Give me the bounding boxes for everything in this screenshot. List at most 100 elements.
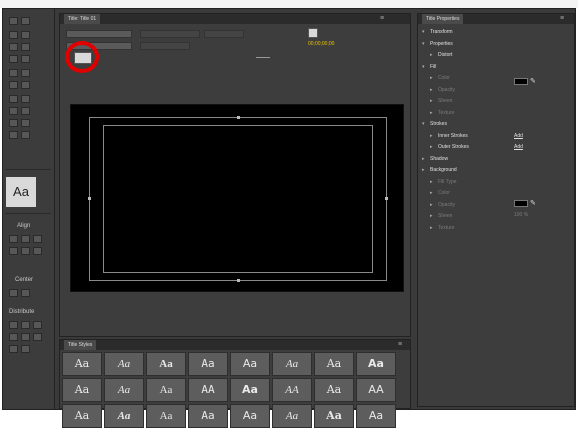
align-center-icon[interactable] xyxy=(21,235,30,243)
disclosure-closed-icon[interactable]: ▸ xyxy=(422,155,430,164)
property-row[interactable]: ▸ Color xyxy=(418,74,576,83)
pen-tool[interactable] xyxy=(9,69,18,77)
title-style-swatch[interactable]: AA xyxy=(188,378,228,402)
title-style-swatch[interactable]: Aa xyxy=(314,378,354,402)
distribute-top-icon[interactable] xyxy=(9,333,18,341)
distribute-v-spacing-icon[interactable] xyxy=(21,345,30,353)
disclosure-closed-icon[interactable]: ▸ xyxy=(430,178,438,187)
show-background-video-icon[interactable] xyxy=(308,28,318,38)
title-style-swatch[interactable]: Aa xyxy=(146,352,186,376)
ellipse-tool[interactable] xyxy=(9,131,18,139)
property-row[interactable]: ▸ Opacity xyxy=(418,201,576,210)
type-tool[interactable] xyxy=(9,31,18,39)
title-style-swatch[interactable]: Aa xyxy=(272,404,312,428)
align-left-icon[interactable] xyxy=(9,235,18,243)
disclosure-closed-icon[interactable]: ▸ xyxy=(430,86,438,95)
title-style-swatch[interactable]: Aa xyxy=(356,404,396,428)
distribute-left-icon[interactable] xyxy=(9,321,18,329)
title-style-swatch[interactable]: Aa xyxy=(62,404,102,428)
align-top-icon[interactable] xyxy=(9,247,18,255)
disclosure-closed-icon[interactable]: ▸ xyxy=(422,166,430,175)
title-style-swatch[interactable]: Aa xyxy=(146,404,186,428)
line-tool[interactable] xyxy=(21,131,30,139)
title-style-swatch[interactable]: Aa xyxy=(146,378,186,402)
distribute-center-icon[interactable] xyxy=(21,321,30,329)
property-row[interactable]: ▸ Sheen xyxy=(418,97,576,106)
disclosure-closed-icon[interactable]: ▸ xyxy=(430,224,438,233)
eyedropper-icon[interactable]: ✎ xyxy=(530,77,536,85)
distribute-bottom-icon[interactable] xyxy=(33,333,42,341)
background-opacity-value[interactable]: 100 % xyxy=(514,212,528,218)
property-row[interactable]: ▸ Opacity xyxy=(418,86,576,95)
disclosure-open-icon[interactable]: ▾ xyxy=(422,63,430,72)
disclosure-closed-icon[interactable]: ▸ xyxy=(430,143,438,152)
title-style-swatch[interactable]: Aa xyxy=(230,352,270,376)
title-canvas[interactable] xyxy=(70,104,404,292)
property-row[interactable]: ▸ Background xyxy=(418,166,576,175)
template-dropdown[interactable] xyxy=(66,30,132,38)
clipped-corner-rectangle-tool[interactable] xyxy=(21,95,30,103)
title-style-swatch[interactable]: Aa xyxy=(104,378,144,402)
property-row[interactable]: ▸ Sheen xyxy=(418,212,576,221)
disclosure-open-icon[interactable]: ▾ xyxy=(422,120,430,129)
add-anchor-tool[interactable] xyxy=(9,81,18,89)
title-style-swatch[interactable]: Aa xyxy=(314,404,354,428)
vertical-area-type-tool[interactable] xyxy=(21,43,30,51)
add-stroke-link[interactable]: Add xyxy=(514,143,523,152)
property-row[interactable]: ▸ Outer Strokes Add xyxy=(418,143,576,152)
title-style-swatch[interactable]: Aa xyxy=(104,352,144,376)
title-style-swatch[interactable]: AA xyxy=(356,378,396,402)
delete-anchor-tool[interactable] xyxy=(21,69,30,77)
property-row[interactable]: ▾ Fill xyxy=(418,63,576,72)
property-row[interactable]: ▾ Properties xyxy=(418,40,576,49)
panel-menu-icon[interactable]: ≡ xyxy=(398,341,408,349)
center-horizontal-icon[interactable] xyxy=(9,289,18,297)
align-bottom-icon[interactable] xyxy=(33,247,42,255)
distribute-h-spacing-icon[interactable] xyxy=(9,345,18,353)
title-style-swatch[interactable]: Aa xyxy=(272,352,312,376)
title-style-swatch[interactable]: Aa xyxy=(62,378,102,402)
font-style-dropdown[interactable] xyxy=(204,30,244,38)
title-style-swatch[interactable]: Aa xyxy=(230,404,270,428)
timecode-display[interactable]: 00;00;00;00 xyxy=(308,41,334,47)
title-style-swatch[interactable]: Aa xyxy=(104,404,144,428)
align-middle-icon[interactable] xyxy=(21,247,30,255)
align-right-icon[interactable] xyxy=(33,235,42,243)
disclosure-closed-icon[interactable]: ▸ xyxy=(430,212,438,221)
property-row[interactable]: ▸ Fill Type xyxy=(418,178,576,187)
convert-anchor-tool[interactable] xyxy=(21,81,30,89)
disclosure-closed-icon[interactable]: ▸ xyxy=(430,109,438,118)
disclosure-open-icon[interactable]: ▾ xyxy=(422,28,430,37)
title-style-swatch[interactable]: Aa xyxy=(230,378,270,402)
text-style-swatch[interactable]: Aa xyxy=(6,177,36,207)
font-size-field[interactable] xyxy=(140,42,190,50)
title-style-swatch[interactable]: AA xyxy=(272,378,312,402)
add-stroke-link[interactable]: Add xyxy=(514,132,523,141)
vertical-path-type-tool[interactable] xyxy=(21,55,30,63)
eyedropper-icon[interactable]: ✎ xyxy=(530,199,536,207)
disclosure-closed-icon[interactable]: ▸ xyxy=(430,97,438,106)
wedge-tool[interactable] xyxy=(9,119,18,127)
rounded-rectangle-tool[interactable] xyxy=(9,107,18,115)
area-type-tool[interactable] xyxy=(9,43,18,51)
property-row[interactable]: ▸ Shadow xyxy=(418,155,576,164)
disclosure-closed-icon[interactable]: ▸ xyxy=(430,74,438,83)
rounded-corner-rectangle-tool[interactable] xyxy=(21,107,30,115)
distribute-middle-icon[interactable] xyxy=(21,333,30,341)
disclosure-closed-icon[interactable]: ▸ xyxy=(430,51,438,60)
tab-title-properties[interactable]: Title Properties xyxy=(422,14,464,24)
rectangle-tool[interactable] xyxy=(9,95,18,103)
tab-title-styles[interactable]: Title Styles xyxy=(64,340,97,350)
property-row[interactable]: ▾ Transform xyxy=(418,28,576,37)
title-style-swatch[interactable]: Aa xyxy=(188,404,228,428)
distribute-right-icon[interactable] xyxy=(33,321,42,329)
rotate-tool[interactable] xyxy=(21,17,30,25)
panel-menu-icon[interactable]: ≡ xyxy=(560,15,570,23)
fill-color-swatch[interactable] xyxy=(514,78,528,85)
property-row[interactable]: ▸ Inner Strokes Add xyxy=(418,132,576,141)
center-vertical-icon[interactable] xyxy=(21,289,30,297)
disclosure-closed-icon[interactable]: ▸ xyxy=(430,189,438,198)
title-style-swatch[interactable]: Aa xyxy=(314,352,354,376)
selection-tool[interactable] xyxy=(9,17,18,25)
tab-title[interactable]: Title: Title 01 xyxy=(64,14,101,24)
